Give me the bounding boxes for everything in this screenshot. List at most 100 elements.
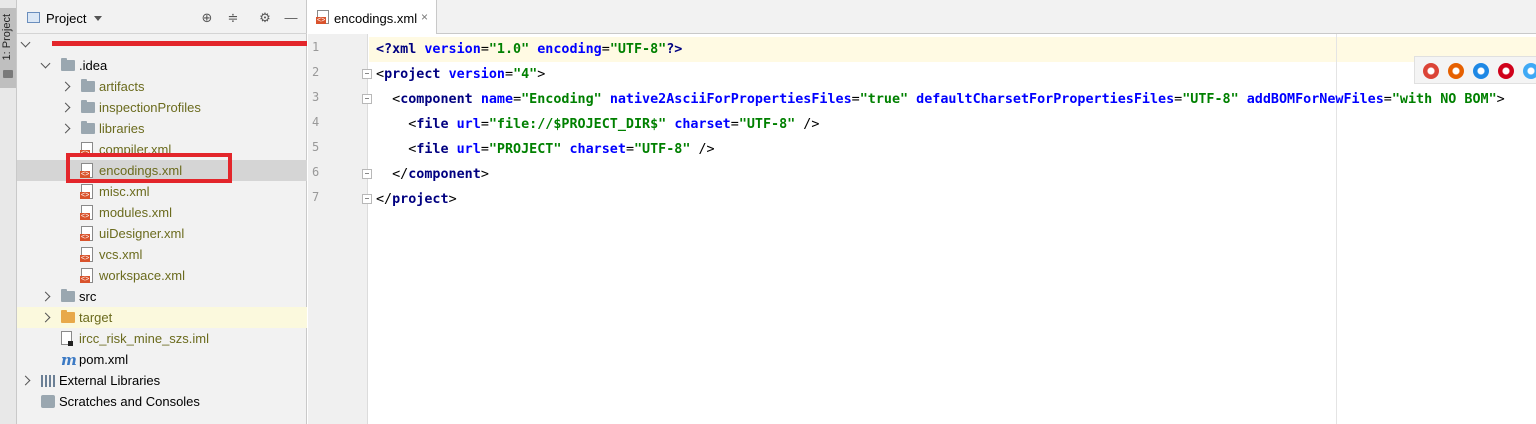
tree-node[interactable]: ircc_risk_mine_szs.iml xyxy=(17,328,307,349)
module-file-icon xyxy=(61,331,73,346)
code-token: url xyxy=(456,142,481,157)
code-token: "with NO BOM" xyxy=(1391,92,1497,107)
annotation-highlight-box xyxy=(66,153,232,183)
ie-icon[interactable] xyxy=(1523,63,1536,79)
chevron-down-icon[interactable] xyxy=(40,58,51,69)
code-token: "UTF-8" xyxy=(634,142,691,157)
chevron-right-icon[interactable] xyxy=(40,312,51,323)
project-tool-tab-label: 1: Project xyxy=(1,14,13,61)
chevron-right-icon[interactable] xyxy=(40,291,51,302)
tree-node-label: target xyxy=(79,310,113,325)
opera-icon[interactable] xyxy=(1498,63,1514,79)
tree-node[interactable]: src xyxy=(17,286,307,307)
fold-marker-icon[interactable] xyxy=(362,194,372,204)
tree-node[interactable]: inspectionProfiles xyxy=(17,97,307,118)
chevron-down-icon[interactable] xyxy=(20,37,31,48)
code-token: project xyxy=(384,67,441,82)
tree-node[interactable]: artifacts xyxy=(17,76,307,97)
code-line[interactable]: </component> xyxy=(376,162,489,187)
firefox-icon[interactable] xyxy=(1448,63,1464,79)
code-token: /> xyxy=(690,142,715,157)
code-line[interactable]: <file url="file://$PROJECT_DIR$" charset… xyxy=(376,112,819,137)
code-token: file xyxy=(416,142,449,157)
code-token: encoding xyxy=(537,42,602,57)
minimize-icon[interactable]: — xyxy=(283,10,299,26)
code-token: = xyxy=(480,117,489,132)
code-line[interactable]: <component name="Encoding" native2AsciiF… xyxy=(376,87,1505,112)
line-gutter[interactable]: 1 2 3 4 5 6 7 xyxy=(308,34,372,424)
tree-node[interactable]: modules.xml xyxy=(17,202,307,223)
editor-tab-bar: encodings.xml × xyxy=(308,0,1536,34)
chevron-right-icon[interactable] xyxy=(60,81,71,92)
code-token: "1.0" xyxy=(488,42,530,57)
code-token: ?> xyxy=(666,42,683,57)
code-token: component xyxy=(408,167,481,182)
tree-node[interactable]: .idea xyxy=(17,55,307,76)
folder-icon xyxy=(61,58,75,71)
tab-label: encodings.xml xyxy=(334,11,418,26)
code-token: </ xyxy=(376,167,409,182)
fold-marker-icon[interactable] xyxy=(362,94,372,104)
locate-icon[interactable]: ⊕ xyxy=(199,10,215,26)
code-token: = xyxy=(730,117,739,132)
safari-icon[interactable] xyxy=(1473,63,1489,79)
tree-node[interactable]: misc.xml xyxy=(17,181,307,202)
code-token: = xyxy=(505,67,514,82)
tree-node[interactable]: workspace.xml xyxy=(17,265,307,286)
code-token: "file://$PROJECT_DIR$" xyxy=(488,117,667,132)
tree-node-label: uiDesigner.xml xyxy=(99,226,185,241)
code-token: "PROJECT" xyxy=(488,142,562,157)
folder-icon xyxy=(81,100,95,113)
code-line[interactable]: <file url="PROJECT" charset="UTF-8" /> xyxy=(376,137,715,162)
redaction-mark xyxy=(52,41,307,46)
tree-node[interactable]: target xyxy=(17,307,307,328)
close-icon[interactable]: × xyxy=(421,10,428,24)
code-line[interactable]: <?xml version="1.0" encoding="UTF-8"?> xyxy=(376,37,682,62)
project-panel-header: Project ⊕ ≑ ⚙ — xyxy=(17,0,307,34)
tree-node-label: misc.xml xyxy=(99,184,150,199)
fold-marker-icon[interactable] xyxy=(362,69,372,79)
xml-file-icon xyxy=(80,205,93,220)
chevron-right-icon[interactable] xyxy=(20,375,31,386)
tree-node-label: External Libraries xyxy=(59,373,161,388)
tree-node[interactable]: libraries xyxy=(17,118,307,139)
scratches-icon xyxy=(41,395,55,408)
code-token: = xyxy=(1383,92,1392,107)
code-token: = xyxy=(1174,92,1183,107)
chevron-right-icon[interactable] xyxy=(60,123,71,134)
tree-node[interactable]: Scratches and Consoles xyxy=(17,391,307,412)
code-line[interactable]: <project version="4"> xyxy=(376,62,545,87)
project-view-selector[interactable]: Project xyxy=(46,11,86,26)
code-line[interactable]: </project> xyxy=(376,187,457,212)
tree-node-label: workspace.xml xyxy=(99,268,185,283)
chevron-down-icon[interactable] xyxy=(94,16,102,21)
tree-node[interactable]: m pom.xml xyxy=(17,349,307,370)
chevron-right-icon[interactable] xyxy=(60,102,71,113)
code-token: /> xyxy=(795,117,820,132)
chrome-icon[interactable] xyxy=(1423,63,1439,79)
code-token: addBOMForNewFiles xyxy=(1246,92,1384,107)
tab-encodings-xml[interactable]: encodings.xml × xyxy=(308,0,437,34)
code-token: = xyxy=(625,142,634,157)
gear-icon[interactable]: ⚙ xyxy=(257,10,273,26)
tree-node[interactable]: vcs.xml xyxy=(17,244,307,265)
code-token: version xyxy=(424,42,481,57)
line-number: 4 xyxy=(312,115,320,129)
collapse-all-icon[interactable]: ≑ xyxy=(225,10,241,26)
folder-icon xyxy=(81,121,95,134)
project-panel: Project ⊕ ≑ ⚙ — .idea artifacts inspection… xyxy=(17,0,307,424)
tree-node-label: src xyxy=(79,289,97,304)
tree-node[interactable]: uiDesigner.xml xyxy=(17,223,307,244)
library-icon xyxy=(41,375,55,387)
tree-node-label: vcs.xml xyxy=(99,247,143,262)
code-token: </ xyxy=(376,192,393,207)
code-token: native2AsciiForPropertiesFiles xyxy=(609,92,852,107)
code-token: = xyxy=(480,42,489,57)
code-token: "4" xyxy=(513,67,538,82)
fold-marker-icon[interactable] xyxy=(362,169,372,179)
tree-node-label: inspectionProfiles xyxy=(99,100,201,115)
tree-node[interactable]: External Libraries xyxy=(17,370,307,391)
